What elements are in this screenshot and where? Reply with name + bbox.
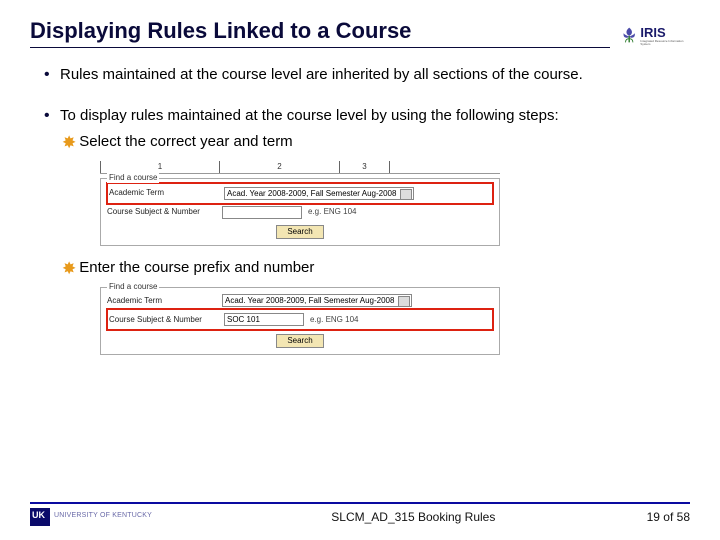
search-button[interactable]: Search [276,334,323,348]
course-subject-label: Course Subject & Number [107,207,222,217]
page-title: Displaying Rules Linked to a Course [30,18,610,48]
course-subject-input[interactable]: SOC 101 [224,313,304,326]
fieldset-legend: Find a course [107,173,159,183]
star-icon: ✸ [62,258,76,279]
substep-2: Enter the course prefix and number [79,259,314,276]
input-hint: e.g. ENG 104 [308,207,356,217]
academic-term-select[interactable]: Acad. Year 2008-2009, Fall Semester Aug-… [222,294,412,307]
input-hint: e.g. ENG 104 [310,315,358,325]
course-subject-label: Course Subject & Number [109,315,224,325]
tab-3[interactable]: 3 [340,161,390,173]
iris-logo-text: IRIS [640,25,690,40]
tab-2[interactable]: 2 [220,161,340,173]
course-subject-input[interactable] [222,206,302,219]
tab-strip: 1 2 3 [100,161,500,174]
search-button[interactable]: Search [276,225,323,239]
bullet-2: To display rules maintained at the cours… [60,107,559,124]
form-screenshot-2: Find a course Academic Term Acad. Year 2… [100,287,500,355]
star-icon: ✸ [62,132,76,153]
academic-term-label: Academic Term [107,296,222,306]
fieldset-legend: Find a course [107,282,159,292]
academic-term-select[interactable]: Acad. Year 2008-2009, Fall Semester Aug-… [224,187,414,200]
page-number: 19 of 58 [647,510,690,524]
tab-1[interactable]: 1 [100,161,220,173]
academic-term-label: Academic Term [109,188,224,198]
iris-logo: IRIS Integrated Resource Information Sys… [620,18,690,52]
highlight-term-row: Academic Term Acad. Year 2008-2009, Fall… [106,182,494,205]
footer-title: SLCM_AD_315 Booking Rules [180,510,647,524]
iris-logo-subtext: Integrated Resource Information System [640,40,690,46]
highlight-subject-row: Course Subject & Number SOC 101 e.g. ENG… [106,308,494,331]
iris-flower-icon [620,25,638,45]
substep-1: Select the correct year and term [79,133,292,150]
uk-logo [30,508,180,526]
bullet-1: Rules maintained at the course level are… [44,66,690,85]
form-screenshot-1: 1 2 3 Find a course Academic Term Acad. … [100,161,500,246]
